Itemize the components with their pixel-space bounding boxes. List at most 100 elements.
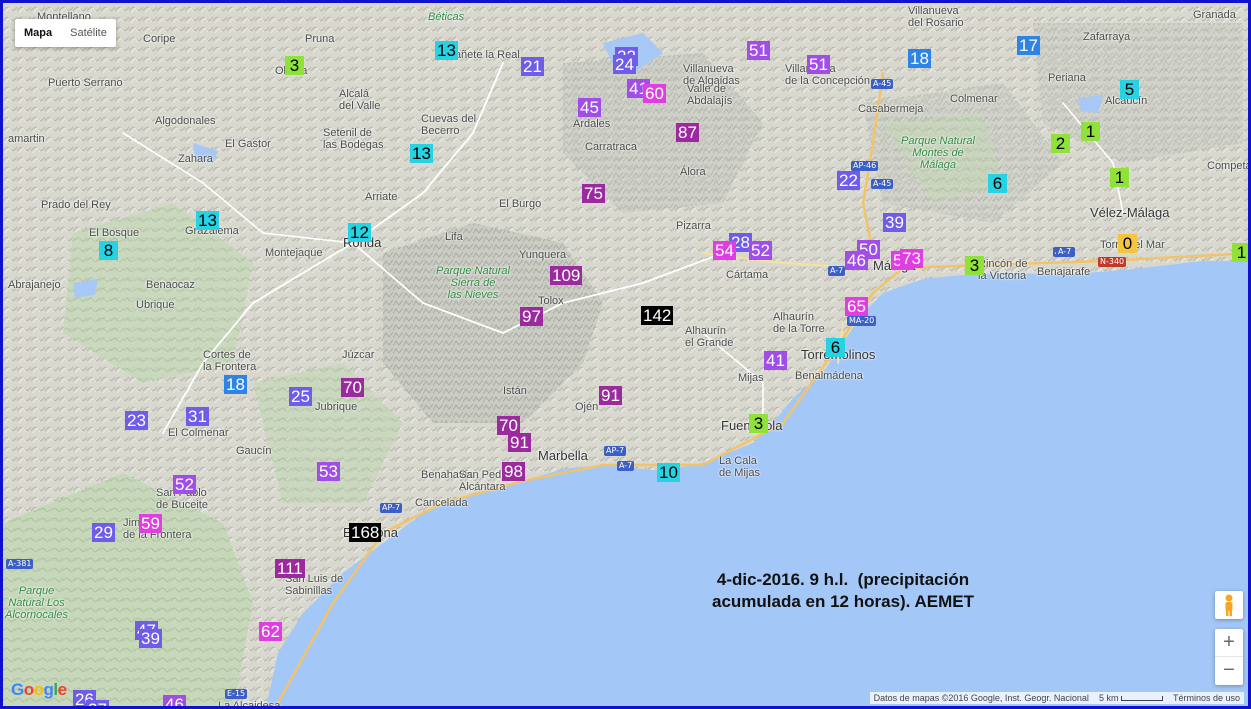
precipitation-marker[interactable]: 46: [845, 251, 868, 270]
place-label: Tolox: [538, 295, 564, 307]
place-label: Yunquera: [519, 249, 567, 261]
place-label: Gaucín: [236, 445, 272, 457]
precipitation-marker[interactable]: 52: [173, 475, 196, 494]
precipitation-marker[interactable]: 18: [908, 49, 931, 68]
precipitation-marker[interactable]: 97: [520, 307, 543, 326]
precipitation-marker[interactable]: 75: [582, 184, 605, 203]
precipitation-marker[interactable]: 73: [900, 249, 923, 268]
zoom-out-button[interactable]: −: [1215, 657, 1243, 684]
precipitation-marker[interactable]: 13: [410, 144, 433, 163]
place-label: Abrajanejo: [8, 279, 61, 291]
map-type-satellite-button[interactable]: Satélite: [61, 19, 116, 47]
precipitation-marker[interactable]: 59: [139, 514, 162, 533]
precipitation-marker[interactable]: 91: [599, 386, 622, 405]
precipitation-marker[interactable]: 51: [807, 55, 830, 74]
place-label: Casabermeja: [858, 103, 924, 115]
scale-label: 5 km: [1098, 693, 1119, 703]
road-shield: E-15: [225, 689, 248, 699]
precipitation-marker[interactable]: 25: [289, 387, 312, 406]
precipitation-marker[interactable]: 142: [641, 306, 674, 325]
place-label: Carratraca: [585, 141, 637, 153]
place-label: Jubrique: [315, 401, 358, 413]
google-logo: Google: [11, 680, 67, 699]
precipitation-marker[interactable]: 111: [275, 559, 305, 578]
precipitation-marker[interactable]: 1: [1110, 168, 1129, 187]
precipitation-marker[interactable]: 5: [1120, 80, 1139, 99]
road-shield: A-7: [828, 266, 846, 276]
road-shield: A-381: [6, 559, 34, 569]
place-label: Zahara: [178, 153, 213, 165]
precipitation-marker[interactable]: 98: [502, 462, 525, 481]
precipitation-marker[interactable]: 3: [749, 414, 768, 433]
precipitation-marker[interactable]: 168: [349, 523, 382, 542]
road-shield: N-340: [1098, 257, 1127, 267]
precipitation-marker[interactable]: 12: [348, 223, 371, 242]
place-label: Ubrique: [136, 299, 175, 311]
place-label: amartin: [8, 133, 45, 145]
precipitation-marker[interactable]: 1: [1081, 122, 1100, 141]
precipitation-marker[interactable]: 65: [845, 297, 868, 316]
precipitation-marker[interactable]: 39: [139, 629, 162, 648]
precipitation-marker[interactable]: 54: [713, 241, 736, 260]
precipitation-marker[interactable]: 87: [676, 123, 699, 142]
precipitation-marker[interactable]: 31: [186, 407, 209, 426]
precipitation-marker[interactable]: 23: [125, 411, 148, 430]
place-label: Montejaque: [265, 247, 323, 259]
precipitation-marker[interactable]: 18: [224, 375, 247, 394]
place-label: Ojén: [575, 401, 599, 413]
precipitation-marker[interactable]: 21: [521, 57, 544, 76]
scale-bar: 5 km: [1099, 693, 1163, 703]
map-data-credit: Datos de mapas ©2016 Google, Inst. Geogr…: [873, 693, 1089, 703]
precipitation-marker[interactable]: 41: [764, 351, 787, 370]
precipitation-marker[interactable]: 13: [196, 211, 219, 230]
precipitation-marker[interactable]: 24: [613, 55, 636, 74]
place-label: Setenil de las Bodegas: [323, 127, 384, 151]
precipitation-marker[interactable]: 0: [1118, 234, 1137, 253]
map-background: [3, 3, 1248, 706]
map-caption: 4-dic-2016. 9 h.l. (precipitación acumul…: [712, 570, 974, 611]
pegman-icon: [1225, 594, 1233, 616]
precipitation-marker[interactable]: 70: [341, 378, 364, 397]
precipitation-marker[interactable]: 109: [550, 266, 583, 285]
precipitation-marker[interactable]: 6: [988, 174, 1007, 193]
precipitation-marker[interactable]: 1: [1232, 243, 1248, 262]
pegman-button[interactable]: [1215, 591, 1243, 619]
precipitation-marker[interactable]: 60: [643, 84, 666, 103]
map-type-map-button[interactable]: Mapa: [15, 19, 61, 47]
precipitation-marker[interactable]: 39: [883, 213, 906, 232]
place-label: Cártama: [726, 269, 769, 281]
precipitation-marker[interactable]: 2: [1051, 134, 1070, 153]
precipitation-marker[interactable]: 3: [965, 256, 984, 275]
precipitation-marker[interactable]: 52: [749, 241, 772, 260]
precipitation-marker[interactable]: 46: [163, 695, 186, 706]
precipitation-marker[interactable]: 8: [99, 241, 118, 260]
precipitation-marker[interactable]: 29: [92, 523, 115, 542]
place-label: Coripe: [143, 33, 176, 45]
place-label: Pizarra: [676, 220, 711, 232]
precipitation-marker[interactable]: 45: [578, 98, 601, 117]
place-label: Cancelada: [415, 497, 468, 509]
precipitation-marker[interactable]: 37: [86, 700, 109, 706]
precipitation-marker[interactable]: 53: [317, 462, 340, 481]
precipitation-marker[interactable]: 22: [837, 171, 860, 190]
precipitation-marker[interactable]: 3: [285, 56, 304, 75]
place-label: Lifa: [445, 231, 463, 243]
place-label: Marbella: [538, 448, 588, 463]
terms-link[interactable]: Términos de uso: [1173, 693, 1240, 703]
place-label: Competa: [1207, 160, 1251, 172]
precipitation-marker[interactable]: 91: [508, 433, 531, 452]
precipitation-marker[interactable]: 10: [657, 463, 680, 482]
place-label: Puerto Serrano: [48, 77, 123, 89]
place-label: Algodonales: [155, 115, 216, 127]
zoom-in-button[interactable]: +: [1215, 629, 1243, 657]
precipitation-marker[interactable]: 17: [1017, 36, 1040, 55]
map-type-control[interactable]: Mapa Satélite: [15, 19, 116, 47]
precipitation-marker[interactable]: 6: [826, 338, 845, 357]
place-label: Alcalá del Valle: [339, 88, 381, 112]
precipitation-marker[interactable]: 62: [259, 622, 282, 641]
precipitation-marker[interactable]: 13: [435, 41, 458, 60]
map-view[interactable]: { "map_type": { "map": "Mapa", "satellit…: [0, 0, 1251, 709]
place-label: Istán: [503, 385, 527, 397]
place-label: Parque Natural Los Alcornocales: [5, 585, 68, 621]
precipitation-marker[interactable]: 51: [747, 41, 770, 60]
